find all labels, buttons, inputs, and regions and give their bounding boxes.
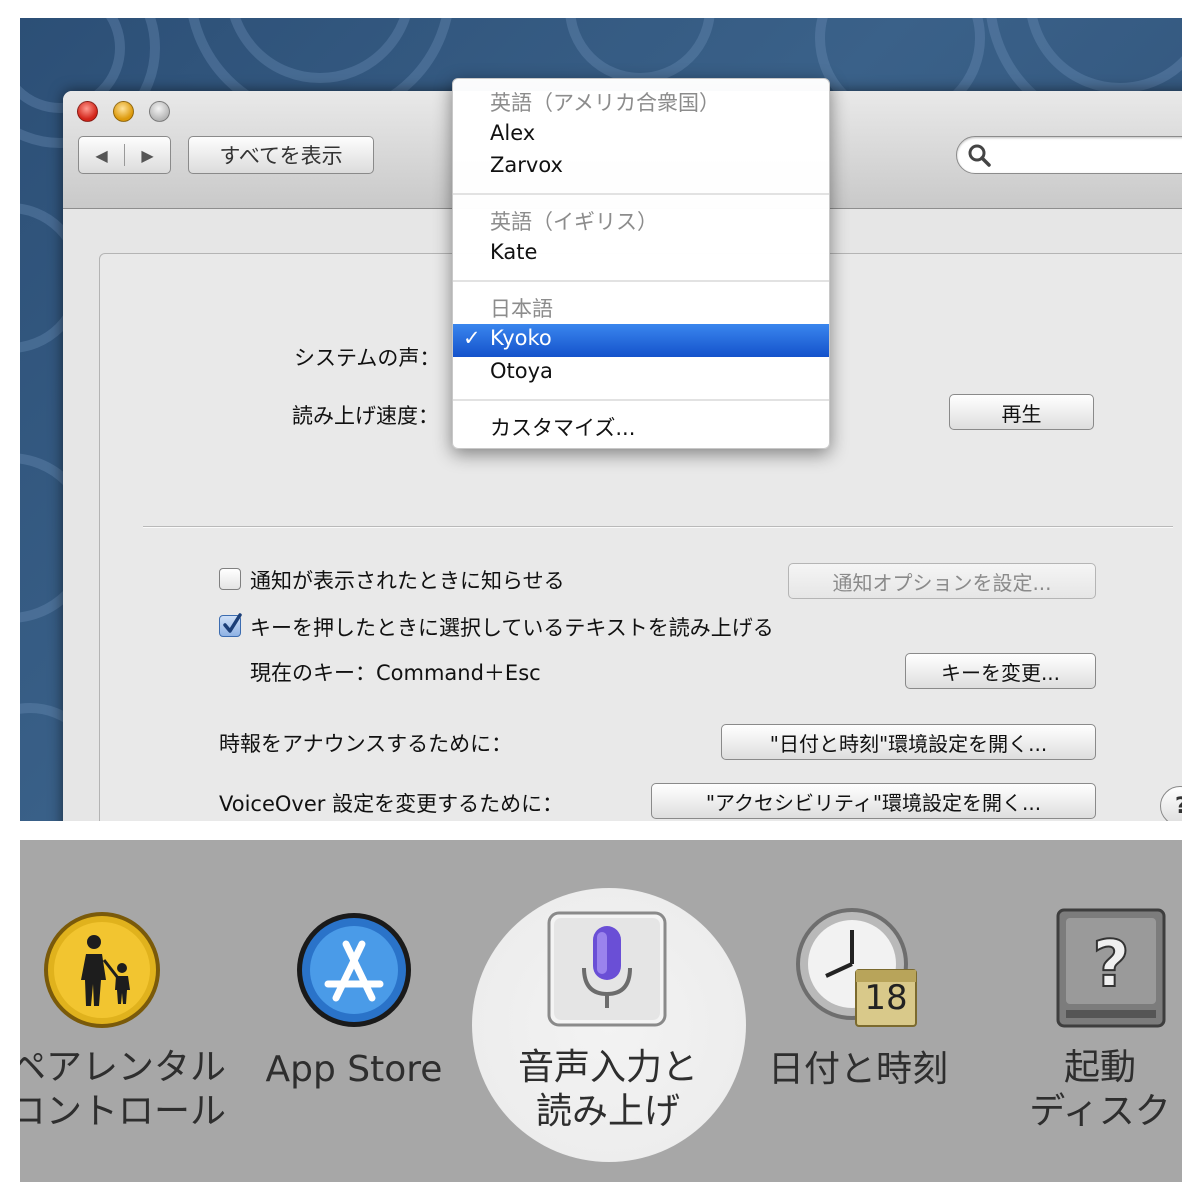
system-voice-popup-menu: 英語（アメリカ合衆国） Alex Zarvox 英語（イギリス） Kate 日本… [452, 78, 830, 449]
microphone-icon[interactable] [546, 910, 668, 1028]
search-icon [968, 144, 991, 167]
pane-label-date-time: 日付と時刻 [767, 1049, 948, 1090]
pane-label-line: コントロール [20, 1091, 227, 1132]
open-accessibility-prefs-button[interactable]: "アクセシビリティ"環境設定を開く... [651, 783, 1096, 819]
menu-section-header: 英語（イギリス） [490, 210, 658, 234]
speaking-rate-label: 読み上げ速度： [292, 404, 439, 428]
search-input[interactable] [956, 136, 1182, 174]
startup-disk-icon[interactable]: ? [1052, 906, 1170, 1030]
play-button[interactable]: 再生 [949, 394, 1094, 430]
menu-item-customize[interactable]: カスタマイズ... [490, 412, 635, 442]
section-divider [143, 526, 1173, 528]
system-voice-label: システムの声： [294, 346, 441, 370]
pane-label-app-store: App Store [265, 1049, 443, 1090]
minimize-window-button[interactable] [113, 101, 134, 122]
show-all-button[interactable]: すべてを表示 [188, 136, 374, 174]
preference-pane-row: ペアレンタル コントロール App Store 音声入力と 読み上げ 18 日付… [20, 840, 1182, 1182]
svg-text:?: ? [1092, 928, 1129, 1002]
pane-label-line: 音声入力と [517, 1047, 698, 1088]
pane-label-line: ディスク [1029, 1091, 1171, 1132]
close-window-button[interactable] [77, 101, 98, 122]
menu-section-header: 英語（アメリカ合衆国） [490, 91, 720, 115]
pane-label-parental-controls: ペアレンタル コントロール [20, 1046, 227, 1134]
speak-selected-text-checkbox[interactable] [219, 613, 242, 637]
change-key-button[interactable]: キーを変更... [905, 653, 1096, 689]
notification-options-button[interactable]: 通知オプションを設定... [788, 563, 1096, 599]
preferences-screenshot: ◀ ▶ すべてを表示 システムの声： 読み上げ速度： 再生 通知が表示されたとき… [20, 18, 1182, 821]
back-arrow-icon[interactable]: ◀ [79, 137, 124, 173]
parental-controls-icon[interactable] [42, 910, 162, 1030]
calendar-day-number: 18 [864, 978, 908, 1018]
menu-section-header: 日本語 [490, 297, 553, 321]
menu-item-label: Kyoko [490, 326, 552, 350]
announce-time-label: 時報をアナウンスするために： [219, 732, 513, 756]
zoom-window-button[interactable] [149, 101, 170, 122]
forward-arrow-icon[interactable]: ▶ [125, 137, 170, 173]
pane-label-line: ペアレンタル [20, 1047, 227, 1088]
back-forward-control: ◀ ▶ [78, 136, 171, 174]
voiceover-label: VoiceOver 設定を変更するために： [219, 792, 564, 816]
pane-label-dictation-speech: 音声入力と 読み上げ [508, 1046, 708, 1134]
speak-selected-text-label: キーを押したときに選択しているテキストを読み上げる [250, 616, 774, 640]
pane-label-line: 読み上げ [535, 1091, 680, 1132]
menu-item-zarvox[interactable]: Zarvox [490, 153, 563, 177]
menu-item-kate[interactable]: Kate [490, 240, 537, 264]
checkmark-icon [223, 613, 242, 633]
pane-label-startup-disk: 起動 ディスク [1000, 1046, 1182, 1134]
menu-item-kyoko-selected[interactable]: ✓ Kyoko [453, 324, 829, 357]
menu-separator [453, 280, 829, 282]
app-store-icon[interactable] [294, 910, 414, 1030]
notify-checkbox-label: 通知が表示されたときに知らせる [250, 569, 565, 593]
open-datetime-prefs-button[interactable]: "日付と時刻"環境設定を開く... [721, 724, 1096, 760]
menu-item-otoya[interactable]: Otoya [490, 359, 553, 383]
current-key-text: 現在のキー：Command＋Esc [250, 661, 541, 685]
menu-separator [453, 193, 829, 195]
menu-separator [453, 399, 829, 401]
pane-label-line: 起動 [1063, 1047, 1136, 1088]
checkmark-icon: ✓ [463, 326, 481, 350]
menu-item-alex[interactable]: Alex [490, 121, 535, 145]
notify-checkbox[interactable] [219, 568, 241, 590]
